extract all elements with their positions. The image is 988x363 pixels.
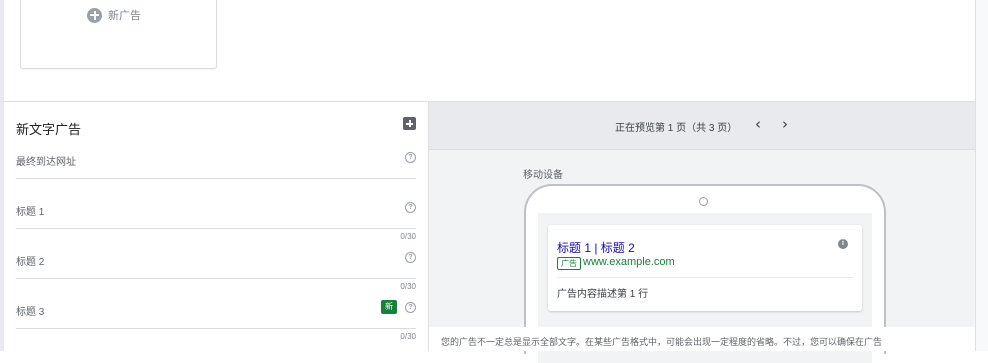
chevron-left-icon[interactable]: ‹	[755, 115, 761, 133]
new-ad-label[interactable]: 新广告	[108, 7, 141, 23]
new-ad-button[interactable]: 新广告	[87, 7, 141, 23]
new-badge: 新	[381, 300, 397, 314]
ad-group-top-area: 新广告	[0, 0, 975, 101]
help-icon[interactable]: ?	[405, 202, 416, 213]
help-icon[interactable]: ?	[405, 302, 416, 313]
help-icon[interactable]: ?	[405, 252, 416, 263]
final-url-input-underline[interactable]	[16, 178, 416, 179]
headline-1-counter: 0/30	[400, 232, 416, 241]
form-title: 新文字广告	[16, 122, 82, 137]
ad-description: 广告内容描述第 1 行	[557, 289, 649, 300]
headline-1-label: 标题 1	[16, 207, 45, 218]
ad-preview-card: 标题 1 | 标题 2 i 广告 www.example.com 广告内容描述第…	[548, 225, 862, 311]
headline-2-input-underline[interactable]	[16, 278, 416, 279]
preview-disclaimer: 您的广告不一定总是显示全部文字。在某些广告格式中，可能会出现一定程度的省略。不过…	[429, 327, 975, 351]
scrollbar-track[interactable]	[975, 0, 988, 351]
preview-page-status: 正在预览第 1 页（共 3 页）	[615, 123, 738, 134]
ad-badge: 广告	[557, 257, 581, 270]
headline-2-label: 标题 2	[16, 257, 45, 268]
ad-separator	[557, 277, 853, 278]
device-label: 移动设备	[523, 170, 563, 181]
chevron-right-icon[interactable]: ›	[782, 115, 788, 133]
headline-1-input-underline[interactable]	[16, 228, 416, 229]
final-url-label: 最终到达网址	[16, 157, 76, 168]
new-ad-card[interactable]: 新广告	[20, 0, 217, 69]
headline-3-label: 标题 3	[16, 307, 45, 318]
help-icon[interactable]: ?	[405, 152, 416, 163]
headline-3-counter: 0/30	[400, 332, 416, 341]
text-ad-form: 新文字广告 最终到达网址 ? 标题 1 ? 0/30 标题 2 ? 0/30 标…	[0, 102, 428, 351]
add-box-icon[interactable]	[403, 117, 416, 130]
ad-preview-panel: 正在预览第 1 页（共 3 页） ‹ › 移动设备 标题 1 | 标题 2 i …	[429, 102, 975, 363]
preview-header: 正在预览第 1 页（共 3 页） ‹ ›	[429, 102, 975, 150]
ad-headline[interactable]: 标题 1 | 标题 2	[557, 239, 635, 256]
headline-3-input-underline[interactable]	[16, 328, 416, 329]
headline-2-counter: 0/30	[400, 282, 416, 291]
ad-display-url: www.example.com	[583, 256, 675, 268]
phone-camera-icon	[699, 197, 708, 206]
info-icon[interactable]: i	[838, 239, 848, 249]
add-circle-icon[interactable]	[87, 7, 102, 23]
